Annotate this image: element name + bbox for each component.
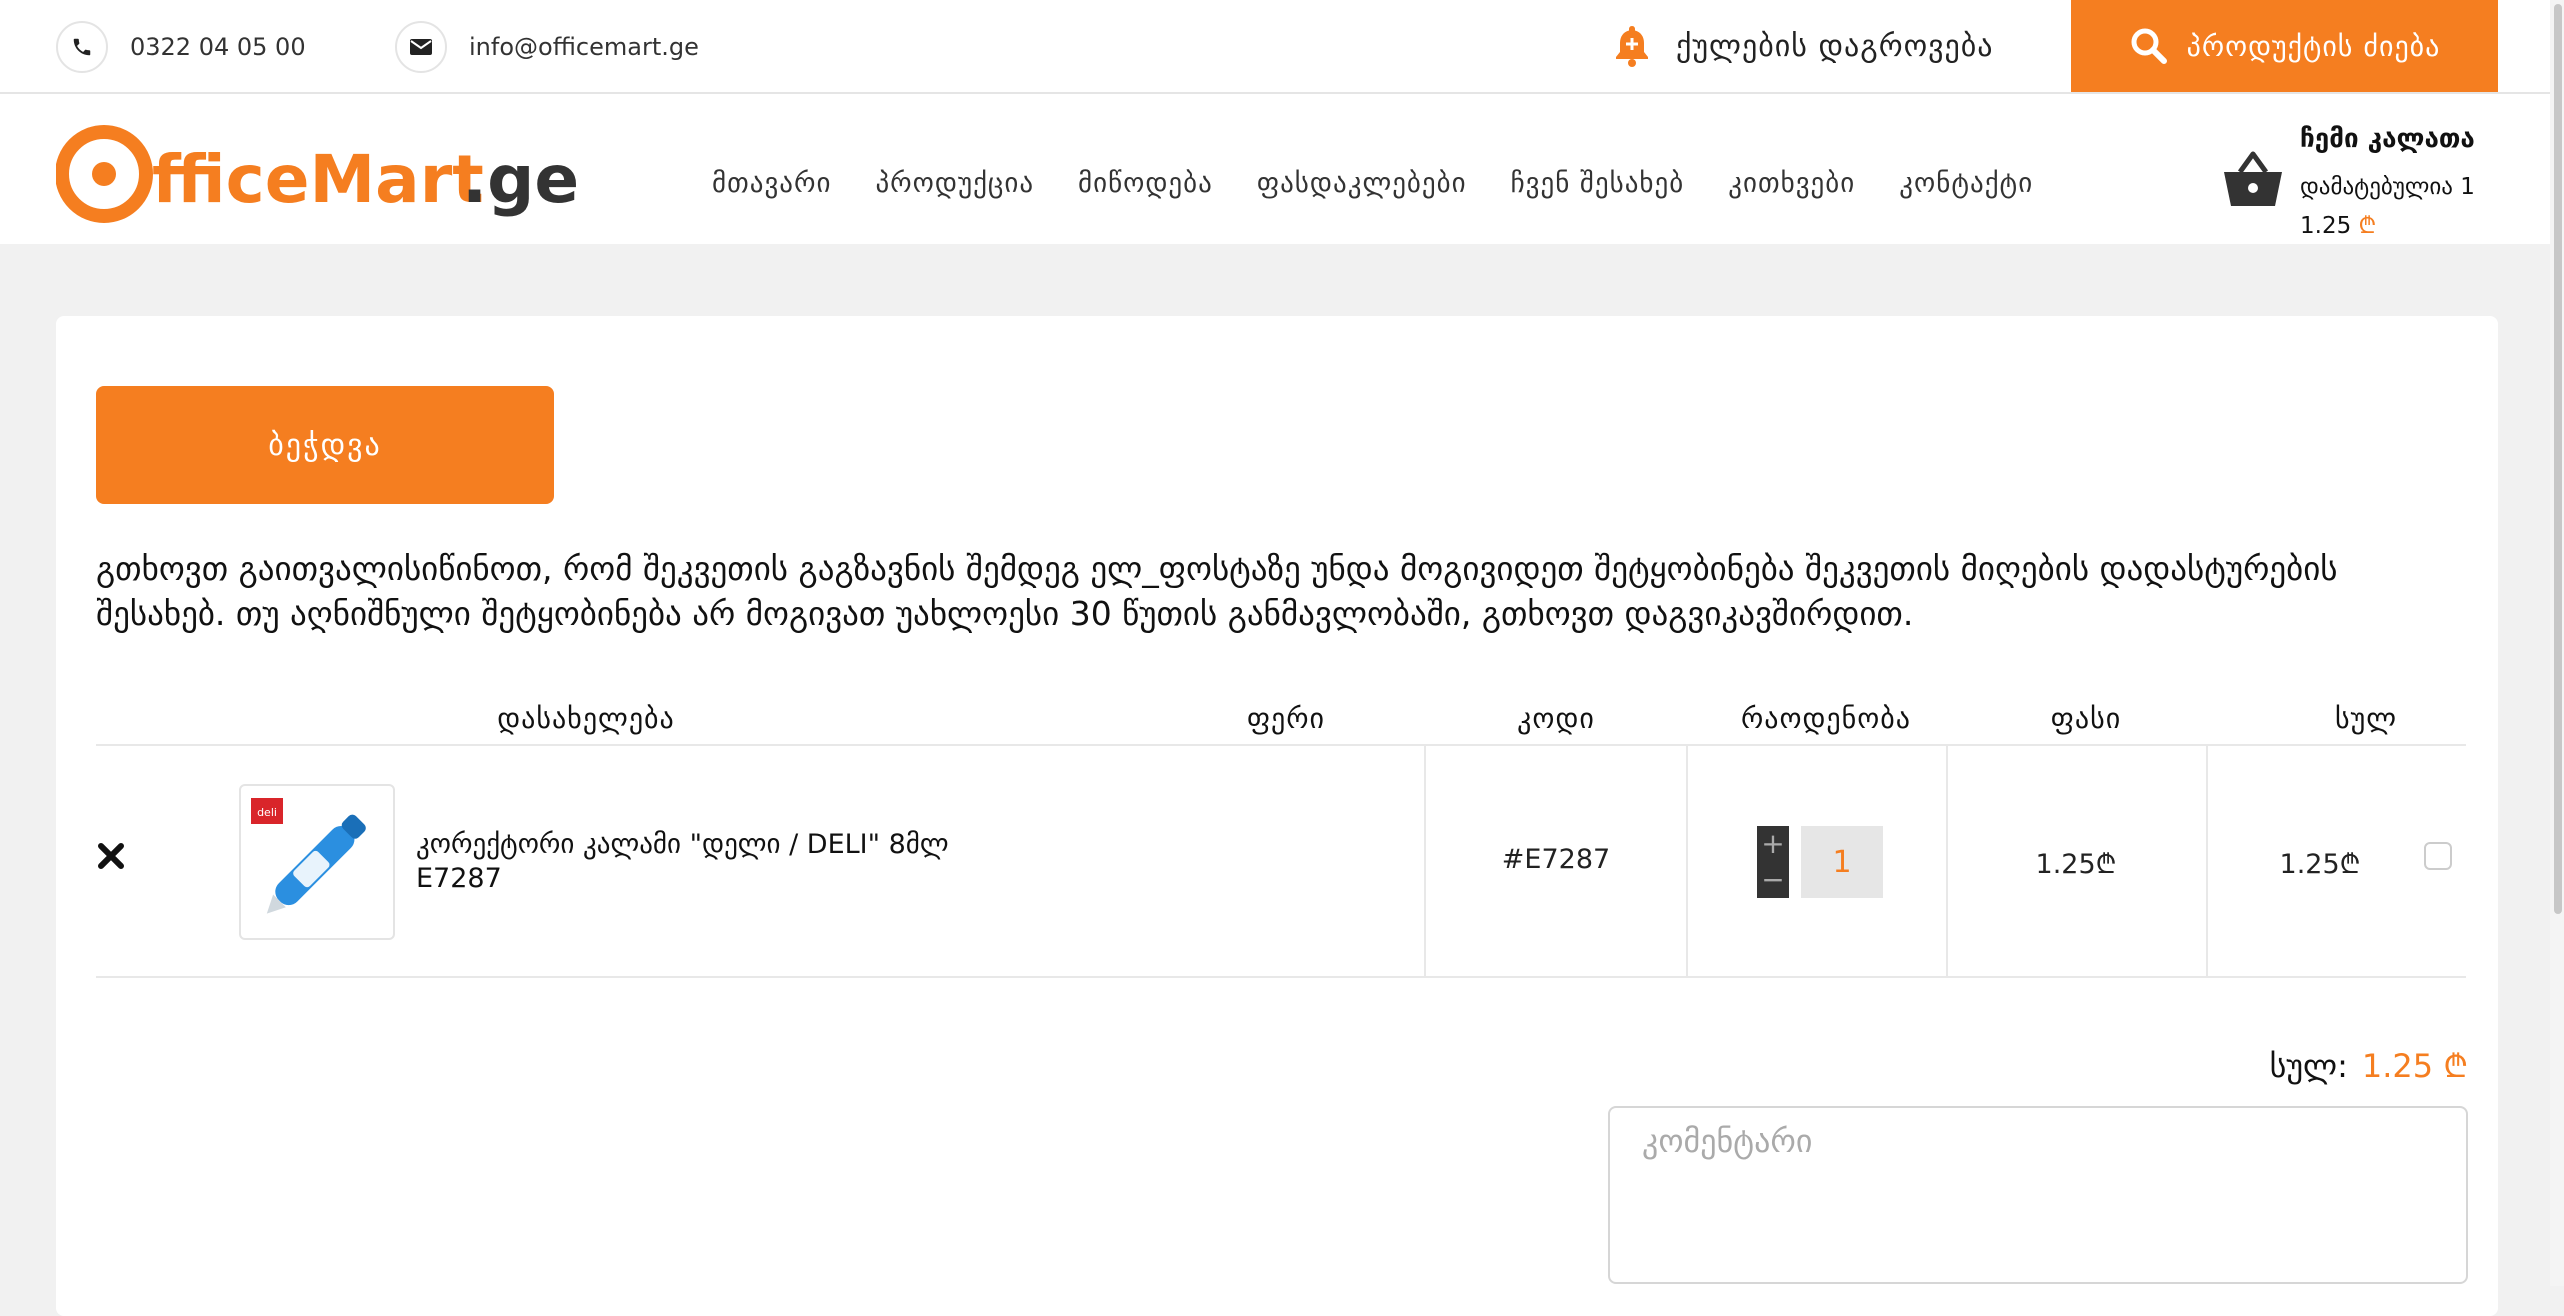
officemart-logo[interactable]: fficeMart .ge <box>55 124 579 224</box>
col-total: სულ <box>2334 702 2398 735</box>
order-total: სულ: 1.25 ₾ <box>2270 1044 2468 1087</box>
cart-title: ჩემი კალათა <box>2300 124 2475 154</box>
decrease-button[interactable]: − <box>1757 864 1789 896</box>
product-code: #E7287 <box>1501 844 1611 875</box>
email-contact[interactable]: info@officemart.ge <box>395 20 699 74</box>
phone-contact[interactable]: 0322 04 05 00 <box>56 20 306 74</box>
product-sku: E7287 <box>416 863 502 894</box>
table-row: deli კორექტორი კალამი "დელი / DELI" 8მლ … <box>96 746 2466 978</box>
bell-icon <box>1616 26 1648 67</box>
points-label: ქულების დაგროვება <box>1676 28 1994 64</box>
points-link[interactable]: ქულების დაგროვება <box>1612 22 1994 70</box>
remove-item-icon[interactable] <box>96 841 126 871</box>
total-label: სულ: <box>2269 1047 2348 1085</box>
divider <box>1946 746 1948 976</box>
order-notice: გთხოვთ გაითვალისიწინოთ, რომ შეკვეთის გაგ… <box>96 549 2338 633</box>
col-color: ფერი <box>1246 702 1326 735</box>
col-name: დასახელება <box>497 702 675 735</box>
basket-icon <box>2224 151 2282 206</box>
quantity-stepper: + − <box>1757 826 1789 898</box>
lari-icon: ₾ <box>2358 213 2377 239</box>
nav-contact[interactable]: კონტაქტი <box>1899 168 2033 199</box>
site-header: fficeMart .ge მთავარი პროდუქცია მიწოდება… <box>0 94 2564 244</box>
svg-text:.ge: .ge <box>462 141 576 218</box>
cart-panel: ბეჭდვა გთხოვთ გაითვალისიწინოთ, რომ შეკვე… <box>56 316 2498 1316</box>
search-label: პროდუქტის ძიება <box>2186 29 2441 63</box>
svg-text:deli: deli <box>257 806 277 819</box>
svg-text:fficeMart: fficeMart <box>152 141 484 218</box>
nav-faq[interactable]: კითხვები <box>1728 168 1855 199</box>
col-quantity: რაოდენობა <box>1741 702 1911 735</box>
product-image[interactable]: deli <box>239 784 395 940</box>
email-address: info@officemart.ge <box>469 33 699 61</box>
scrollbar[interactable] <box>2550 0 2564 1286</box>
nav-about[interactable]: ჩვენ შესახებ <box>1511 168 1685 199</box>
nav-home[interactable]: მთავარი <box>712 168 831 199</box>
top-bar: 0322 04 05 00 info@officemart.ge ქულების… <box>0 0 2564 94</box>
print-button[interactable]: ბეჭდვა <box>96 386 554 504</box>
total-value: 1.25 ₾ <box>2361 1047 2468 1085</box>
quantity-input[interactable]: 1 <box>1801 826 1883 898</box>
divider <box>1686 746 1688 976</box>
search-icon <box>2131 28 2167 64</box>
product-title: კორექტორი კალამი "დელი / DELI" 8მლ <box>416 829 949 860</box>
product-name[interactable]: კორექტორი კალამი "დელი / DELI" 8მლ E7287 <box>416 828 1116 896</box>
product-total: 1.25₾ <box>2279 849 2361 880</box>
product-search-button[interactable]: პროდუქტის ძიება <box>2071 0 2498 92</box>
nav-discounts[interactable]: ფასდაკლებები <box>1257 168 1467 199</box>
nav-delivery[interactable]: მიწოდება <box>1078 168 1213 199</box>
col-code: კოდი <box>1517 702 1595 735</box>
cart-item-count: დამატებულია 1 <box>2300 174 2475 200</box>
cart-table-header: დასახელება ფერი კოდი რაოდენობა ფასი სულ <box>96 702 2466 746</box>
product-price: 1.25₾ <box>2035 849 2117 880</box>
divider <box>2206 746 2208 976</box>
cart-total: 1.25 ₾ <box>2300 213 2377 239</box>
divider <box>1424 746 1426 976</box>
select-item-checkbox[interactable] <box>2424 842 2452 870</box>
scrollbar-thumb[interactable] <box>2554 4 2562 914</box>
phone-number: 0322 04 05 00 <box>130 33 306 61</box>
lari-icon: ₾ <box>2443 1047 2468 1085</box>
nav-products[interactable]: პროდუქცია <box>875 168 1034 199</box>
increase-button[interactable]: + <box>1757 828 1789 860</box>
mail-icon <box>395 21 447 73</box>
phone-icon <box>56 21 108 73</box>
col-price: ფასი <box>2050 702 2122 735</box>
comment-field[interactable]: კომენტარი <box>1608 1106 2468 1284</box>
main-nav: მთავარი პროდუქცია მიწოდება ფასდაკლებები … <box>712 168 2077 199</box>
